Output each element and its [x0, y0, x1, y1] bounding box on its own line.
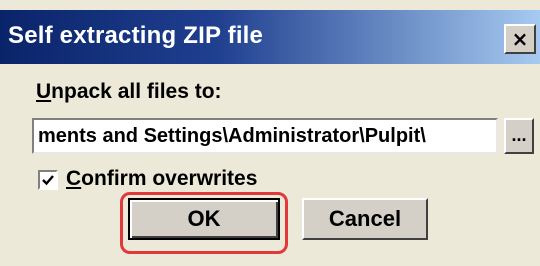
confirm-label-text: onfirm overwrites	[81, 167, 258, 190]
self-extract-dialog: Self extracting ZIP file × Unpack all fi…	[0, 0, 540, 266]
unpack-label: Unpack all files to:	[36, 80, 222, 104]
cancel-button[interactable]: Cancel	[302, 198, 428, 240]
confirm-overwrites-checkbox[interactable]	[38, 170, 58, 190]
title-bar[interactable]: Self extracting ZIP file ×	[0, 10, 540, 64]
destination-path-input[interactable]: ments and Settings\Administrator\Pulpit\	[32, 118, 498, 154]
close-icon: ×	[511, 27, 529, 51]
unpack-label-text: npack all files to:	[51, 80, 222, 103]
browse-button[interactable]: ...	[504, 118, 534, 154]
confirm-overwrites-label[interactable]: Confirm overwrites	[66, 167, 257, 191]
ok-highlight-annotation	[120, 192, 288, 254]
unpack-label-accel: U	[36, 80, 52, 103]
confirm-label-accel: C	[66, 167, 82, 190]
checkmark-icon	[42, 175, 54, 186]
close-button[interactable]: ×	[504, 24, 536, 54]
window-title: Self extracting ZIP file	[8, 22, 264, 49]
